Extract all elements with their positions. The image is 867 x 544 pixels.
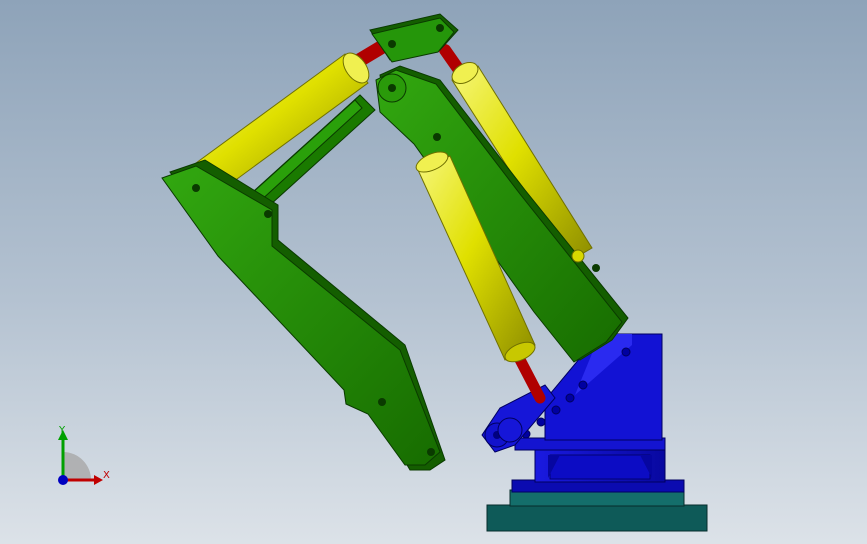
base-plate[interactable] — [486, 489, 708, 532]
coordinate-triad: Y X — [58, 425, 110, 485]
x-axis-arrowhead — [94, 475, 103, 485]
z-axis-dot — [58, 475, 68, 485]
triad-plane-indicator — [63, 452, 91, 480]
3d-viewport[interactable]: Y X — [0, 0, 867, 544]
x-axis-label: X — [103, 470, 110, 481]
model-canvas[interactable]: Y X — [0, 0, 867, 544]
y-axis-label: Y — [58, 425, 66, 436]
forearm-arm[interactable] — [161, 159, 446, 471]
